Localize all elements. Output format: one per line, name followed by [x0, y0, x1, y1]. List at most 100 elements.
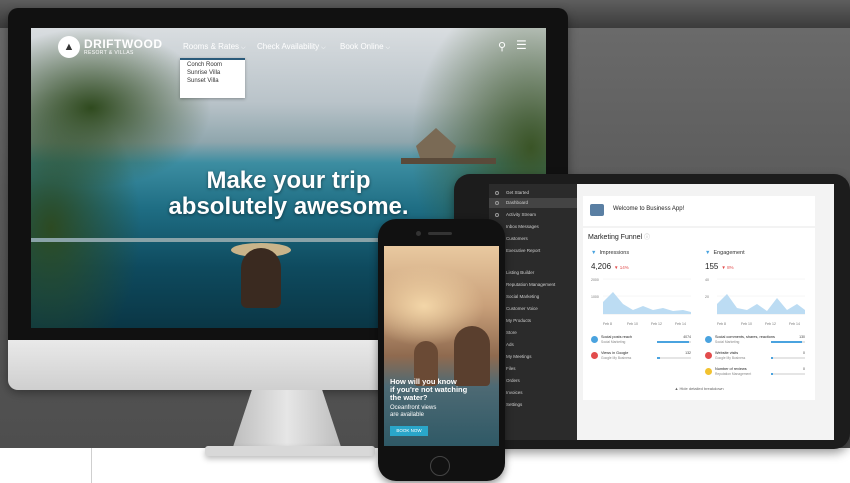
- impressions-xlabel: Feb 8: [603, 322, 612, 326]
- nav-label: Check Availability: [257, 42, 320, 51]
- sidebar-item-get-started[interactable]: Get Started: [489, 188, 577, 198]
- hamburger-menu-icon[interactable]: ☰: [516, 38, 527, 52]
- funnel-title-text: Marketing Funnel: [588, 234, 643, 241]
- star-icon: [705, 368, 712, 375]
- logo-tagline: RESORT & VILLAS: [84, 50, 134, 56]
- nav-label: Book Online: [340, 42, 384, 51]
- dropdown-item-conch-room[interactable]: Conch Room: [180, 60, 245, 68]
- clock-icon: [495, 213, 499, 217]
- person-man: [454, 326, 490, 386]
- stat-website-visits[interactable]: Website visits Google My Business 0: [705, 350, 805, 364]
- chevron-down-icon: ⌵: [385, 45, 391, 51]
- dashboard-main: Welcome to Business App! Marketing Funne…: [577, 184, 834, 440]
- engagement-header: ▼ Engagement: [705, 250, 745, 256]
- stat-bar-fill: [771, 341, 802, 343]
- welcome-text: Welcome to Business App!: [613, 206, 685, 212]
- funnel-icon: ▼: [591, 250, 597, 256]
- stat-source: Google My Business: [715, 356, 746, 360]
- stat-value: 130: [799, 335, 805, 339]
- sidebar-label: Store: [506, 330, 517, 335]
- overwater-hut: [416, 128, 456, 158]
- stat-source: Social Marketing: [601, 340, 626, 344]
- impressions-value: 4,206 ▼ 14%: [591, 262, 629, 271]
- stat-social-posts-reach[interactable]: Social posts reach Social Marketing 4074: [591, 334, 691, 348]
- woman-in-pool: [241, 248, 281, 308]
- sidebar-label: Dashboard: [506, 200, 529, 205]
- stat-title: Social posts reach: [601, 335, 633, 339]
- stat-source: Social Marketing: [715, 340, 740, 344]
- engagement-label: Engagement: [713, 250, 745, 256]
- dropdown-item-sunset-villa[interactable]: Sunset Villa: [180, 76, 245, 84]
- sidebar-item-dashboard[interactable]: Dashboard: [489, 198, 577, 208]
- hide-breakdown-link[interactable]: ▲ Hide detailed breakdown: [583, 386, 815, 391]
- engagement-value: 155 ▼ 8%: [705, 262, 734, 271]
- search-icon[interactable]: ⚲: [498, 40, 506, 53]
- stat-social-comments[interactable]: Social comments, shares, reactions Socia…: [705, 334, 805, 348]
- impressions-ymid: 1000: [591, 295, 599, 299]
- marketing-funnel-card: Marketing Funnel ⓘ ▼ Impressions 4,206 ▼ 1…: [583, 228, 815, 400]
- engagement-ymax: 40: [705, 278, 709, 282]
- sidebar-label: Activity Stream: [506, 212, 537, 217]
- stat-number-of-reviews[interactable]: Number of reviews Reputation Management …: [705, 366, 805, 380]
- sidebar-label: Executive Report: [506, 248, 541, 253]
- engagement-delta: ▼ 8%: [721, 265, 734, 270]
- welcome-card: Welcome to Business App!: [583, 196, 815, 226]
- engagement-xlabel: Feb 12: [765, 322, 776, 326]
- chevron-up-icon: ▲: [674, 386, 679, 391]
- book-now-button[interactable]: BOOK NOW: [390, 426, 428, 436]
- social-icon: [591, 336, 598, 343]
- camera-icon: [416, 231, 421, 236]
- stat-bar: [771, 357, 805, 359]
- home-icon: [495, 191, 499, 195]
- stat-bar: [657, 341, 691, 343]
- stat-source: Google My Business: [601, 356, 632, 360]
- stat-views-in-google[interactable]: Views in Google Google My Business 132: [591, 350, 691, 364]
- engagement-xlabel: Feb 8: [717, 322, 726, 326]
- impressions-delta: ▼ 14%: [614, 265, 629, 270]
- sidebar-label: Files: [506, 366, 516, 371]
- sidebar-label: Ads: [506, 342, 514, 347]
- nav-check-availability[interactable]: Check Availability ⌵: [257, 42, 326, 52]
- sidebar-label: My Meetings: [506, 354, 532, 359]
- logo-name[interactable]: DRIFTWOOD: [84, 37, 163, 51]
- impressions-xlabel: Feb 12: [651, 322, 662, 326]
- divider-line: [91, 448, 92, 483]
- phone-headline: How will you know if you're not watching…: [390, 378, 467, 402]
- engagement-xlabel: Feb 14: [789, 322, 800, 326]
- chevron-down-icon: ⌵: [321, 45, 326, 51]
- stat-bar: [657, 357, 691, 359]
- google-icon: [705, 352, 712, 359]
- info-icon[interactable]: ⓘ: [644, 235, 650, 241]
- funnel-icon: ▼: [705, 250, 711, 256]
- headline-line: the water?: [390, 393, 428, 402]
- nav-rooms-rates[interactable]: Rooms & Rates ⌵: [183, 42, 246, 52]
- stat-bar: [771, 373, 805, 375]
- app-icon: [590, 204, 604, 216]
- nav-book-online[interactable]: Book Online ⌵: [340, 42, 390, 52]
- engagement-number: 155: [705, 262, 719, 271]
- stat-bar-fill: [657, 341, 690, 343]
- home-button[interactable]: [430, 456, 450, 476]
- engagement-chart: 40 20: [705, 278, 805, 315]
- sidebar-item-activity-stream[interactable]: Activity Stream: [489, 210, 577, 220]
- impressions-label: Impressions: [599, 250, 630, 256]
- impressions-ymax: 2000: [591, 278, 599, 282]
- stat-bar-fill: [771, 373, 773, 375]
- impressions-area: [603, 292, 691, 314]
- sidebar-label: Customers: [506, 236, 528, 241]
- logo-icon[interactable]: ▲: [58, 36, 80, 58]
- tablet-screen: Get Started Dashboard Activity Stream In…: [489, 184, 834, 440]
- sidebar-label: My Products: [506, 318, 532, 323]
- sidebar-label: Customer Voice: [506, 306, 538, 311]
- phone-subtext: Oceanfront views are available: [390, 405, 436, 419]
- stat-value: 0: [803, 351, 805, 355]
- stat-title: Views in Google: [601, 351, 629, 355]
- engagement-panel: ▼ Engagement 155 ▼ 8% 40 20 Feb 8 Feb 10 F…: [701, 246, 809, 396]
- subtext-line: are available: [390, 412, 425, 418]
- sidebar-label: Invoices: [506, 390, 523, 395]
- nav-label: Rooms & Rates: [183, 42, 240, 51]
- google-icon: [591, 352, 598, 359]
- hide-link-text: Hide detailed breakdown: [679, 386, 724, 391]
- impressions-number: 4,206: [591, 262, 612, 271]
- dropdown-item-sunrise-villa[interactable]: Sunrise Villa: [180, 68, 245, 76]
